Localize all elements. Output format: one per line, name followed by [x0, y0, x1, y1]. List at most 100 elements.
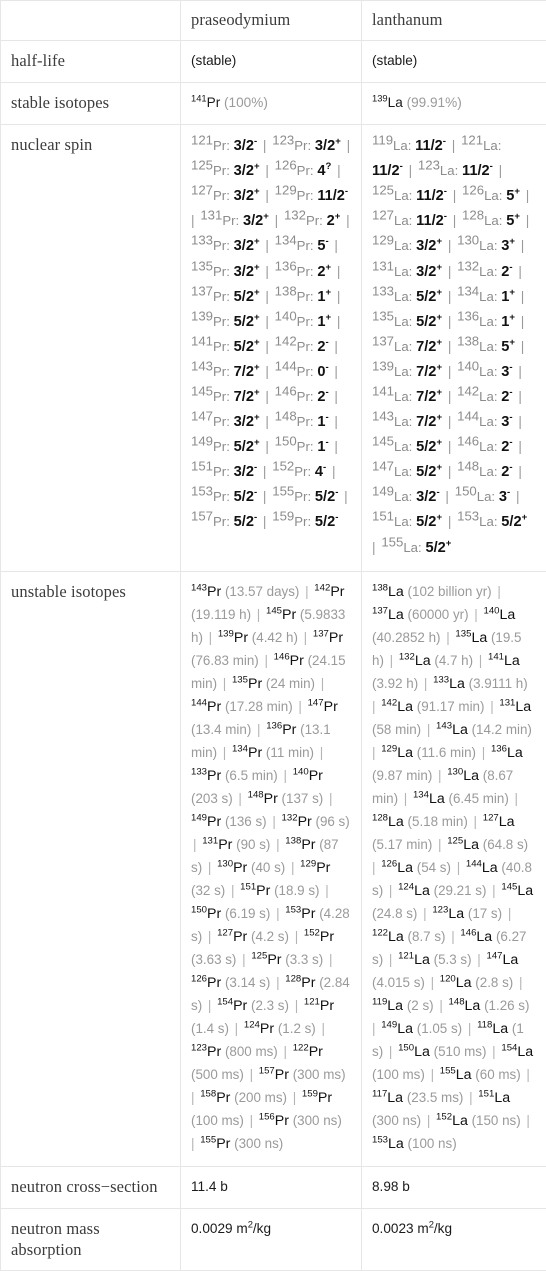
element-symbol: Pr: [213, 489, 230, 504]
mass-number: 142 [457, 383, 479, 398]
nuclide-label: 147Pr [308, 699, 338, 714]
nuclide-label: 117La [372, 1090, 403, 1105]
parity-sign: - [335, 513, 338, 524]
element-symbol: La: [394, 339, 412, 354]
mass-number: 155 [381, 534, 403, 549]
mass-number: 147 [486, 950, 502, 961]
mass-number: 145 [191, 383, 213, 398]
element-symbol: La: [479, 364, 497, 379]
nuclide-label: 145La: [372, 439, 412, 454]
nuclide-label: 140Pr [293, 768, 323, 783]
half-life-value: (5.3 s) [434, 952, 472, 967]
mass-number: 129 [275, 183, 297, 198]
element-symbol: La [415, 653, 431, 669]
mass-number: 125 [251, 950, 267, 961]
element-symbol: Pr [248, 745, 262, 761]
separator: | [513, 464, 524, 479]
element-symbol: Pr [233, 929, 247, 945]
mass-number: 136 [457, 308, 479, 323]
mass-number: 128 [462, 208, 484, 223]
nuclide-label: 139Pr: [191, 314, 230, 329]
element-symbol: La: [394, 364, 412, 379]
mass-number: 127 [191, 183, 213, 198]
half-life-value: (3.3 s) [285, 952, 323, 967]
element-symbol: Pr [290, 653, 304, 669]
mass-number: 121 [461, 133, 483, 148]
spin-value: 5/2+ [234, 339, 260, 355]
mass-number: 138 [285, 835, 301, 846]
mass-number: 134 [413, 789, 429, 800]
mass-number: 125 [372, 183, 394, 198]
mass-number: 151 [478, 1088, 494, 1099]
nuclide-label: 157Pr: [191, 514, 230, 529]
nuclide-label: 118La [477, 1021, 508, 1036]
separator: | [287, 1090, 302, 1105]
mass-number: 138 [457, 333, 479, 348]
half-life-value: (102 billion yr) [408, 584, 492, 599]
element-symbol: La [492, 1021, 508, 1037]
separator: | [341, 138, 352, 153]
element-symbol: La [517, 1044, 533, 1060]
separator: | [191, 837, 202, 852]
nuclide-label: 128La: [462, 213, 502, 228]
element-symbol: Pr [324, 699, 338, 715]
mass-number: 142 [381, 697, 397, 708]
separator: | [513, 414, 524, 429]
nuclide-label: 128La [372, 814, 404, 829]
separator: | [331, 163, 342, 178]
half-life-value: (150 ns) [472, 1113, 521, 1128]
nuclide-label: 123La: [418, 163, 458, 178]
nuclide-label: 142La: [457, 389, 497, 404]
nuclide-label: 145La [501, 883, 533, 898]
half-life-value: (9.87 min) [372, 768, 432, 783]
nuclide-label: 146Pr [274, 653, 304, 668]
nuclide-label: 155La: [381, 540, 421, 555]
element-symbol: La [388, 584, 404, 600]
element-symbol: Pr: [294, 514, 311, 529]
half-life-value: (90 s) [236, 837, 270, 852]
spin-value: 3/2+ [234, 163, 260, 179]
parity-sign: + [254, 262, 260, 273]
element-symbol: La [507, 745, 523, 761]
mass-number: 144 [457, 409, 479, 424]
element-symbol: La [388, 929, 404, 945]
half-life-value: (5.18 min) [408, 814, 468, 829]
element-symbol: La [429, 791, 445, 807]
mass-number: 135 [372, 308, 394, 323]
half-life-value: (24.8 s) [372, 906, 417, 921]
element-symbol: La [504, 653, 520, 669]
spin-value: 5- [317, 238, 328, 254]
half-life-value: (4.015 s) [372, 975, 425, 990]
nuclide-label: 124Pr [244, 1021, 274, 1036]
element-symbol: La: [394, 414, 412, 429]
nuclide-label: 152Pr [304, 929, 334, 944]
spin-value: 0- [317, 364, 328, 380]
nuclide-label: 126La [381, 860, 413, 875]
element-symbol: La [388, 1136, 404, 1152]
separator: | [257, 138, 272, 153]
separator: | [260, 264, 275, 279]
spin-value: 1+ [501, 314, 515, 330]
spin-value: 5+ [501, 339, 515, 355]
separator: | [260, 314, 275, 329]
mass-number: 148 [248, 789, 264, 800]
half-life-value: (100 ns) [408, 1136, 457, 1151]
separator: | [338, 489, 349, 504]
mass-number: 151 [240, 881, 256, 892]
half-life-value: (510 ms) [434, 1044, 487, 1059]
spin-value: 3/2- [416, 489, 440, 505]
nuclide-label: 123Pr: [272, 138, 311, 153]
element-symbol: La [388, 607, 404, 623]
spin-value: 1- [317, 414, 328, 430]
nuclide-label: 123Pr [191, 1044, 221, 1059]
nuclide-label: 155Pr: [272, 489, 311, 504]
mass-number: 148 [275, 409, 297, 424]
element-symbol: Pr: [297, 264, 314, 279]
mass-number: 136 [275, 258, 297, 273]
element-symbol: La [414, 952, 430, 968]
nuclide-label: 136Pr: [275, 264, 314, 279]
mass-number: 126 [275, 158, 297, 173]
neutron-mass-absorption-lanthanum: 0.0023 m2/kg [362, 1208, 546, 1270]
half-life-value: (6.5 min) [225, 768, 278, 783]
mass-number: 123 [432, 904, 448, 915]
